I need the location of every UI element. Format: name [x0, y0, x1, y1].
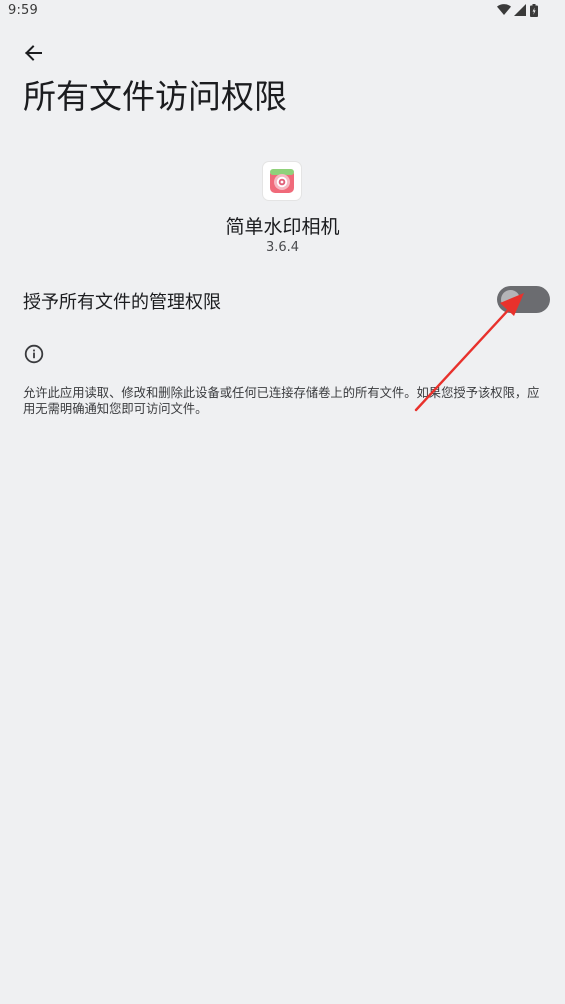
status-time: 9:59 — [8, 3, 38, 18]
permission-label: 授予所有文件的管理权限 — [23, 292, 221, 313]
app-name: 简单水印相机 — [225, 216, 340, 238]
arrow-left-icon — [25, 45, 42, 61]
page-title: 所有文件访问权限 — [23, 77, 287, 116]
settings-screen: 9:59 所有文件访问权限 简单水印相机 3.6.4 授予所有文件的管理权限 允… — [0, 0, 565, 1004]
wifi-icon — [497, 4, 511, 15]
info-icon — [24, 344, 44, 364]
app-version: 3.6.4 — [265, 240, 300, 255]
switch-thumb — [501, 290, 520, 309]
back-button[interactable] — [18, 38, 48, 68]
info-description: 允许此应用读取、修改和删除此设备或任何已连接存储卷上的所有文件。如果您授予该权限… — [23, 386, 540, 416]
all-files-access-switch[interactable] — [497, 286, 550, 313]
all-files-access-toggle-row[interactable]: 授予所有文件的管理权限 — [0, 278, 565, 322]
cellular-signal-icon — [514, 4, 526, 16]
status-bar: 9:59 — [0, 0, 565, 24]
annotation-arrow — [414, 293, 524, 412]
battery-icon — [530, 4, 538, 17]
camera-app-icon — [263, 162, 301, 200]
